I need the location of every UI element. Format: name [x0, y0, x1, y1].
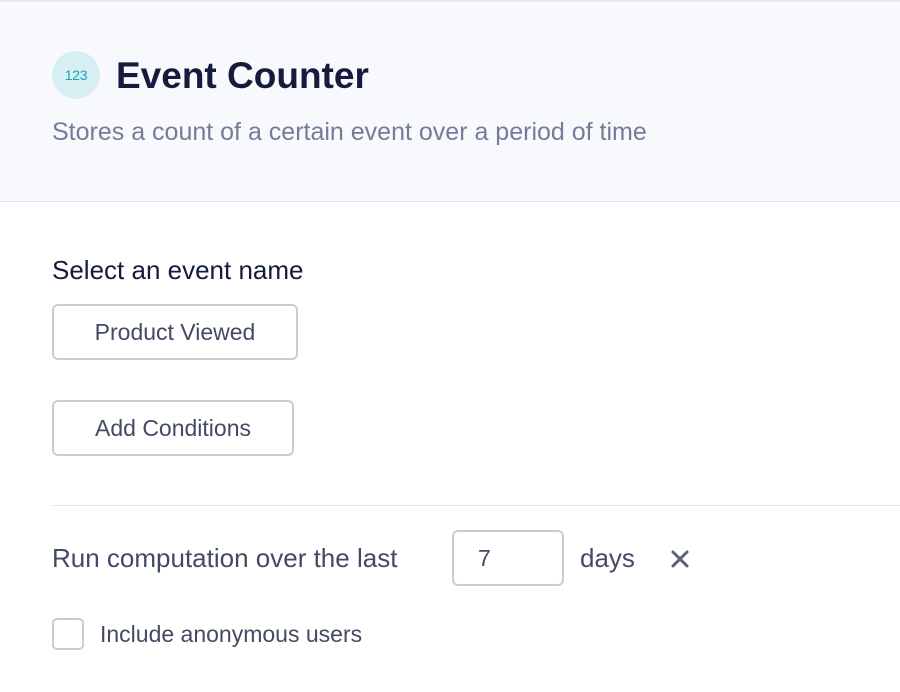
- counter-icon: 123: [52, 51, 100, 99]
- days-unit-label: days: [580, 543, 635, 573]
- page-subtitle: Stores a count of a certain event over a…: [52, 118, 647, 146]
- close-icon[interactable]: [666, 545, 694, 573]
- days-input[interactable]: [452, 530, 564, 586]
- section-divider: [52, 505, 900, 506]
- computation-period-label: Run computation over the last: [52, 543, 398, 573]
- include-anonymous-label[interactable]: Include anonymous users: [100, 619, 362, 649]
- include-anonymous-checkbox[interactable]: [52, 618, 84, 650]
- event-name-select-button[interactable]: Product Viewed: [52, 304, 298, 360]
- add-conditions-button[interactable]: Add Conditions: [52, 400, 294, 456]
- page-title: Event Counter: [116, 55, 369, 96]
- header-panel: 123 Event Counter Stores a count of a ce…: [0, 0, 900, 202]
- event-name-label: Select an event name: [52, 255, 304, 285]
